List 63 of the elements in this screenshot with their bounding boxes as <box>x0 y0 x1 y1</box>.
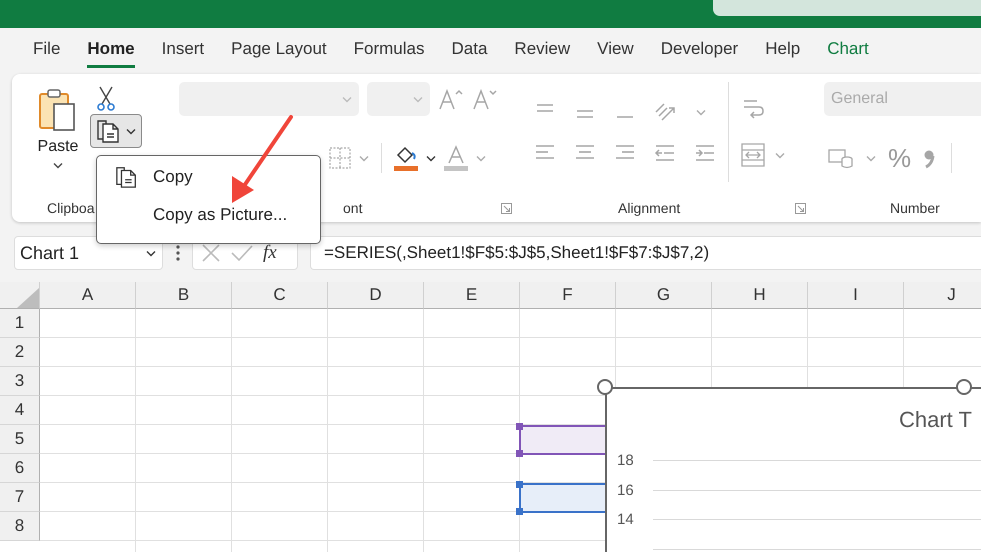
chart-title: Chart T <box>899 407 972 433</box>
borders-icon[interactable] <box>329 147 351 169</box>
copy-icon <box>115 165 139 189</box>
resize-handle[interactable] <box>955 378 973 396</box>
more-options-icon[interactable] <box>176 245 180 261</box>
column-header[interactable]: E <box>424 282 520 309</box>
menu-tab[interactable]: Home <box>87 32 135 68</box>
row-header[interactable]: 6 <box>0 454 40 483</box>
menu-tab[interactable]: File <box>33 32 60 68</box>
dialog-launcher-icon[interactable] <box>501 203 512 214</box>
menu-tab[interactable]: Page Layout <box>231 32 327 68</box>
paste-button[interactable]: Paste <box>34 84 82 173</box>
axis-label: 16 <box>617 482 635 499</box>
column-header[interactable]: J <box>904 282 981 309</box>
menu-item[interactable]: Copy as Picture... <box>97 200 320 230</box>
menu-tab[interactable]: Chart <box>827 32 869 68</box>
caret-icon[interactable] <box>146 250 156 256</box>
column-header[interactable]: B <box>136 282 232 309</box>
group-label: Number <box>890 200 941 216</box>
row-header[interactable]: 8 <box>0 512 40 541</box>
scissors-icon[interactable] <box>96 86 116 112</box>
resize-handle[interactable] <box>596 378 614 396</box>
column-header[interactable]: I <box>808 282 904 309</box>
column-header[interactable]: H <box>712 282 808 309</box>
menu-tab[interactable]: Help <box>765 32 800 68</box>
cancel-icon[interactable] <box>201 243 221 263</box>
accounting-format-icon[interactable] <box>828 147 854 169</box>
row-header[interactable]: 7 <box>0 483 40 512</box>
column-header[interactable]: G <box>616 282 712 309</box>
caret-icon[interactable] <box>126 128 136 134</box>
group-label: Alignment <box>618 200 680 216</box>
column-header[interactable]: A <box>40 282 136 309</box>
chart-area[interactable]: Chart T 18 16 14 <box>605 387 981 552</box>
axis-label: 18 <box>617 452 635 470</box>
enter-check-icon[interactable] <box>231 243 253 263</box>
column-header[interactable]: D <box>328 282 424 309</box>
name-box[interactable]: Chart 1 <box>14 236 163 270</box>
row-header[interactable]: 5 <box>0 425 40 454</box>
font-color-icon[interactable] <box>444 145 468 171</box>
menu-tab[interactable]: Review <box>514 32 570 68</box>
caret-icon[interactable] <box>426 154 436 162</box>
menu-tab[interactable]: View <box>597 32 634 68</box>
row-header[interactable]: 2 <box>0 338 40 367</box>
menu-item[interactable]: Copy <box>97 162 320 192</box>
group-label: ont <box>343 200 362 216</box>
menu-tab[interactable]: Data <box>452 32 488 68</box>
select-all-corner[interactable] <box>0 282 40 309</box>
row-header[interactable]: 1 <box>0 309 40 338</box>
column-header[interactable]: C <box>232 282 328 309</box>
copy-button[interactable] <box>90 114 142 148</box>
column-header[interactable]: F <box>520 282 616 309</box>
row-header[interactable]: 4 <box>0 396 40 425</box>
increase-font-size-icon[interactable] <box>438 88 464 110</box>
formula-field[interactable]: =SERIES(,Sheet1!$F$5:$J$5,Sheet1!$F$7:$J$7,2) <box>310 236 981 270</box>
decrease-font-size-icon[interactable] <box>472 88 498 110</box>
menu-tab[interactable]: Formulas <box>354 32 424 68</box>
insert-function-button[interactable]: fx <box>263 242 277 264</box>
menu-tab[interactable]: Developer <box>660 32 738 68</box>
caret-icon[interactable] <box>53 162 63 169</box>
fill-color-icon[interactable] <box>394 145 418 171</box>
row-header[interactable]: 3 <box>0 367 40 396</box>
menu-tab[interactable]: Insert <box>162 32 204 68</box>
axis-label: 14 <box>617 511 635 528</box>
